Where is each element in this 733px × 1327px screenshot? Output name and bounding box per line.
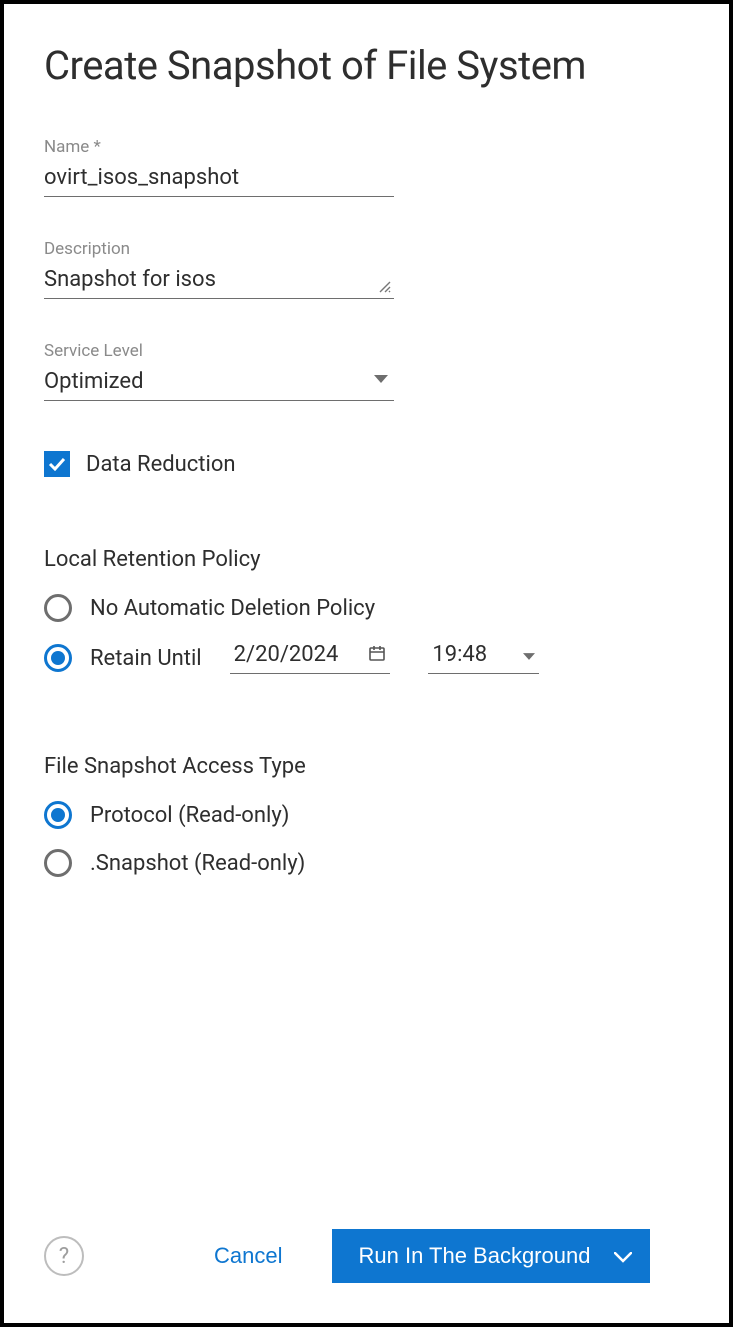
- question-icon: ?: [59, 1244, 69, 1269]
- description-label: Description: [44, 239, 394, 259]
- retain-date-value: 2/20/2024: [234, 642, 339, 667]
- protocol-label: Protocol (Read-only): [90, 803, 289, 828]
- data-reduction-checkbox[interactable]: [44, 451, 70, 477]
- dialog-footer: ? Cancel Run In The Background: [44, 1209, 689, 1283]
- service-level-select[interactable]: [44, 367, 394, 401]
- retain-date-field[interactable]: 2/20/2024: [230, 642, 391, 674]
- caret-down-icon: [523, 645, 535, 664]
- description-field: Description: [44, 239, 394, 299]
- description-input[interactable]: [44, 265, 394, 299]
- radio-protocol[interactable]: [44, 801, 72, 829]
- calendar-icon: [368, 644, 386, 666]
- service-level-field: Service Level: [44, 341, 394, 401]
- retention-option-retain-until[interactable]: Retain Until 2/20/2024 19:48: [44, 642, 689, 674]
- retain-until-label: Retain Until: [90, 646, 202, 671]
- access-option-protocol[interactable]: Protocol (Read-only): [44, 801, 689, 829]
- chevron-down-icon: [614, 1243, 632, 1269]
- dialog-title: Create Snapshot of File System: [44, 42, 689, 89]
- access-option-snapshot[interactable]: .Snapshot (Read-only): [44, 849, 689, 877]
- no-auto-label: No Automatic Deletion Policy: [90, 596, 375, 621]
- retain-time-value: 19:48: [432, 642, 487, 667]
- help-button[interactable]: ?: [44, 1236, 84, 1276]
- retention-option-no-auto[interactable]: No Automatic Deletion Policy: [44, 594, 689, 622]
- name-input[interactable]: [44, 163, 394, 197]
- run-background-button[interactable]: Run In The Background: [332, 1229, 650, 1283]
- cancel-button[interactable]: Cancel: [194, 1231, 302, 1281]
- create-snapshot-dialog: Create Snapshot of File System Name * De…: [0, 0, 733, 1327]
- retain-time-field[interactable]: 19:48: [428, 642, 539, 674]
- data-reduction-row: Data Reduction: [44, 451, 689, 477]
- name-label: Name *: [44, 137, 394, 157]
- radio-no-auto[interactable]: [44, 594, 72, 622]
- radio-snapshot[interactable]: [44, 849, 72, 877]
- radio-retain-until[interactable]: [44, 644, 72, 672]
- service-level-label: Service Level: [44, 341, 394, 361]
- data-reduction-label: Data Reduction: [86, 452, 236, 477]
- primary-button-label: Run In The Background: [358, 1243, 590, 1269]
- name-field: Name *: [44, 137, 394, 197]
- retention-header: Local Retention Policy: [44, 547, 689, 572]
- snapshot-label: .Snapshot (Read-only): [90, 851, 305, 876]
- access-type-header: File Snapshot Access Type: [44, 754, 689, 779]
